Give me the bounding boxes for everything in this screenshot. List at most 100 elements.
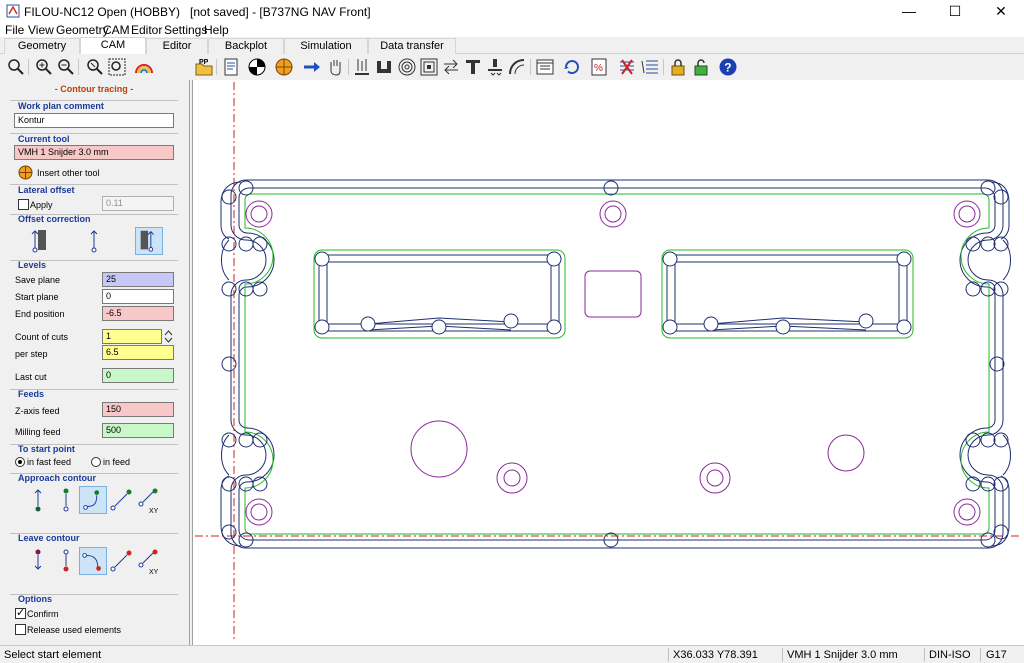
delete-element-icon[interactable] — [617, 57, 637, 77]
tab-backplot[interactable]: Backplot — [208, 38, 284, 54]
status-mode: DIN-ISO — [929, 649, 971, 661]
help-icon[interactable]: ? — [718, 57, 738, 77]
toolbar-separator — [216, 59, 217, 75]
current-tool-heading: Current tool — [18, 134, 70, 144]
svg-text:%: % — [594, 63, 603, 74]
milling-feed-label: Milling feed — [15, 427, 61, 437]
toolbar-separator — [28, 59, 29, 75]
insert-other-tool-label[interactable]: Insert other tool — [37, 168, 100, 178]
zoom-in-icon[interactable] — [34, 57, 54, 77]
status-message: Select start element — [4, 649, 102, 661]
leave-arc-button[interactable] — [79, 547, 107, 575]
sort-list-icon[interactable] — [640, 57, 660, 77]
release-elements-checkbox[interactable] — [15, 624, 26, 635]
rect-pocket-icon[interactable] — [419, 57, 439, 77]
reference-point-icon[interactable] — [247, 57, 267, 77]
percent-icon[interactable]: % — [589, 57, 609, 77]
insert-tool-icon[interactable] — [18, 165, 33, 180]
menu-view[interactable]: View — [28, 23, 54, 37]
cuts-spinner-icon[interactable] — [164, 329, 173, 344]
tab-editor[interactable]: Editor — [146, 38, 208, 54]
close-button[interactable]: ✕ — [978, 0, 1024, 22]
leave-tangent-button[interactable] — [52, 547, 80, 575]
right-window-cutout[interactable] — [661, 249, 914, 339]
per-step-input[interactable]: 6.5 — [102, 345, 174, 360]
toolbar-separator — [78, 59, 79, 75]
work-plan-comment-input[interactable]: Kontur — [14, 113, 174, 128]
zoom-previous-icon[interactable] — [85, 57, 105, 77]
outer-contour[interactable] — [220, 179, 1011, 549]
lateral-offset-input[interactable]: 0.11 — [102, 196, 174, 211]
lock-icon[interactable] — [668, 57, 688, 77]
postprocessor-icon[interactable]: PP — [194, 57, 214, 77]
move-tool-icon[interactable] — [302, 57, 322, 77]
engrave-icon[interactable] — [507, 57, 527, 77]
z-axis-feed-input[interactable]: 150 — [102, 402, 174, 417]
milling-feed-input[interactable]: 500 — [102, 423, 174, 438]
window-list-icon[interactable] — [535, 57, 555, 77]
leave-vertical-button[interactable] — [24, 547, 52, 575]
save-plane-input[interactable]: 25 — [102, 272, 174, 287]
zoom-out-icon[interactable] — [56, 57, 76, 77]
minimize-button[interactable]: — — [886, 0, 932, 22]
menu-settings[interactable]: Settings — [164, 23, 207, 37]
apply-offset-checkbox[interactable] — [18, 199, 29, 210]
tab-bar: Geometry CAM Editor Backplot Simulation … — [0, 37, 1024, 54]
in-feed-radio[interactable] — [91, 457, 101, 467]
offset-right-button[interactable] — [135, 227, 163, 255]
tab-data-transfer[interactable]: Data transfer — [368, 38, 456, 54]
last-cut-input[interactable]: 0 — [102, 368, 174, 383]
menu-editor[interactable]: Editor — [131, 23, 162, 37]
drawing-canvas[interactable] — [192, 80, 1024, 645]
start-plane-input[interactable]: 0 — [102, 289, 174, 304]
approach-diagonal-button[interactable] — [107, 486, 135, 514]
offset-left-button[interactable] — [24, 227, 52, 255]
leave-diagonal-button[interactable] — [107, 547, 135, 575]
menu-cam[interactable]: CAM — [103, 23, 130, 37]
tab-simulation[interactable]: Simulation — [284, 38, 368, 54]
confirm-checkbox[interactable] — [15, 606, 26, 619]
recalculate-icon[interactable] — [562, 57, 582, 77]
count-of-cuts-label: Count of cuts — [15, 332, 69, 342]
approach-xy-button[interactable]: XY — [135, 486, 163, 515]
swap-icon[interactable] — [441, 57, 461, 77]
fast-feed-radio[interactable] — [15, 457, 25, 467]
rainbow-icon[interactable] — [134, 57, 154, 77]
in-feed-label: in feed — [103, 457, 131, 467]
maximize-button[interactable]: ☐ — [932, 0, 978, 22]
count-of-cuts-input[interactable]: 1 — [102, 329, 162, 344]
zoom-all-icon[interactable] — [107, 57, 127, 77]
tab-cam[interactable]: CAM — [80, 37, 146, 54]
svg-text:?: ? — [724, 61, 731, 75]
z-axis-feed-label: Z-axis feed — [15, 406, 60, 416]
cad-drawing[interactable] — [193, 80, 1024, 645]
approach-vertical-button[interactable] — [24, 486, 52, 514]
options-heading: Options — [18, 594, 52, 604]
spiral-icon[interactable] — [397, 57, 417, 77]
hand-icon[interactable] — [326, 57, 346, 77]
element-nodes[interactable] — [221, 180, 1009, 548]
t-slot-icon[interactable] — [463, 57, 483, 77]
leave-contour-heading: Leave contour — [18, 533, 80, 543]
pocket-icon[interactable] — [374, 57, 394, 77]
offset-center-button[interactable] — [80, 227, 108, 255]
zoom-window-icon[interactable] — [6, 57, 26, 77]
leave-xy-button[interactable]: XY — [135, 547, 163, 576]
menu-file[interactable]: File — [5, 23, 24, 37]
drill-icon[interactable] — [352, 57, 372, 77]
menu-geometry[interactable]: Geometry — [56, 23, 109, 37]
approach-arc-button[interactable] — [79, 486, 107, 514]
tool-change-icon[interactable] — [485, 57, 505, 77]
menu-help[interactable]: Help — [204, 23, 229, 37]
left-window-cutout[interactable] — [313, 249, 566, 339]
end-position-input[interactable]: -6.5 — [102, 306, 174, 321]
release-elements-label: Release used elements — [27, 625, 122, 635]
tab-geometry[interactable]: Geometry — [4, 38, 80, 54]
approach-tangent-button[interactable] — [52, 486, 80, 514]
status-bar: Select start element X36.033 Y78.391 VMH… — [0, 645, 1024, 663]
status-separator — [668, 648, 669, 662]
tool-crosshair-icon[interactable] — [274, 57, 294, 77]
worksheet-icon[interactable] — [221, 57, 241, 77]
unlock-icon[interactable] — [691, 57, 711, 77]
current-tool-field[interactable]: VMH 1 Snijder 3.0 mm — [14, 145, 174, 160]
